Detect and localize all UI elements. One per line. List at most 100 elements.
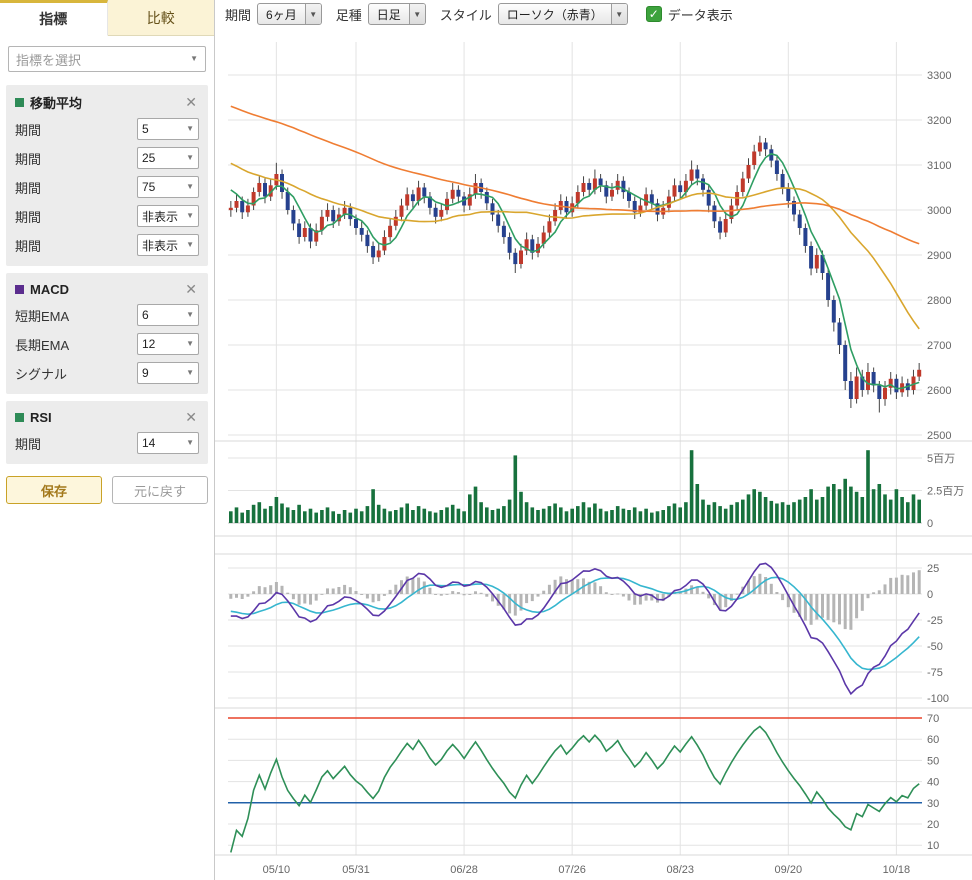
chart-canvas[interactable]: 05/1005/3106/2807/2608/2309/2010/1833003… xyxy=(215,28,972,880)
candlestick-layer xyxy=(229,136,921,413)
ma-period-4-select[interactable]: 非表示▼ xyxy=(137,205,199,227)
svg-text:08/23: 08/23 xyxy=(666,864,694,876)
close-icon[interactable]: ✕ xyxy=(183,409,199,426)
select-value: 14 xyxy=(142,436,155,450)
ma-period-2-select[interactable]: 25 ▼ xyxy=(137,147,199,169)
close-icon[interactable]: ✕ xyxy=(183,94,199,111)
row-label: 期間 xyxy=(15,120,41,139)
sidebar-tabs: 指標 比較 xyxy=(0,0,214,36)
volume-layer xyxy=(229,450,921,523)
svg-text:3100: 3100 xyxy=(927,160,951,172)
indicator-sidebar: 指標 比較 指標を選択 ▼ 移動平均 ✕ 期間 5▼ 期間 25▼ 期間 75▼… xyxy=(0,0,215,880)
svg-text:0: 0 xyxy=(927,589,933,601)
macd-fast-ema-select[interactable]: 6▼ xyxy=(137,304,199,326)
chevron-down-icon: ▼ xyxy=(611,4,627,24)
section-title: RSI xyxy=(30,410,183,425)
save-button[interactable]: 保存 xyxy=(6,476,102,504)
row-label: 期間 xyxy=(15,236,41,255)
ma-period-1-select[interactable]: 5▼ xyxy=(137,118,199,140)
svg-text:0: 0 xyxy=(927,518,933,530)
chevron-down-icon: ▼ xyxy=(186,183,194,191)
section-title: MACD xyxy=(30,282,183,297)
moving-average-layer xyxy=(231,106,919,389)
select-value: 25 xyxy=(142,151,155,165)
rsi-period-select[interactable]: 14 ▼ xyxy=(137,432,199,454)
indicator-section-rsi: RSI ✕ 期間 14 ▼ xyxy=(6,401,208,464)
tab-compare[interactable]: 比較 xyxy=(108,0,215,36)
svg-text:3000: 3000 xyxy=(927,205,951,217)
indicator-section-moving-average: 移動平均 ✕ 期間 5▼ 期間 25▼ 期間 75▼ 期間 非表示▼ 期間 非表… xyxy=(6,85,208,266)
macd-slow-ema-select[interactable]: 12 ▼ xyxy=(137,333,199,355)
reset-button[interactable]: 元に戻す xyxy=(112,476,208,504)
row-label: シグナル xyxy=(15,364,67,383)
svg-text:2700: 2700 xyxy=(927,340,951,352)
macd-color-swatch xyxy=(15,285,24,294)
chevron-down-icon: ▼ xyxy=(186,439,194,447)
macd-layer xyxy=(229,563,920,693)
svg-text:25: 25 xyxy=(927,563,939,575)
chevron-down-icon: ▼ xyxy=(305,4,321,24)
chevron-down-icon: ▼ xyxy=(186,340,194,348)
ma-period-5-select[interactable]: 非表示 ▼ xyxy=(137,234,199,256)
app-window: 指標 比較 指標を選択 ▼ 移動平均 ✕ 期間 5▼ 期間 25▼ 期間 75▼… xyxy=(0,0,972,880)
close-icon[interactable]: ✕ xyxy=(183,281,199,298)
rsi-color-swatch xyxy=(15,413,24,422)
row-label: 短期EMA xyxy=(15,306,69,325)
row-label: 長期EMA xyxy=(15,335,69,354)
select-value: 非表示 xyxy=(142,237,178,254)
section-title: 移動平均 xyxy=(30,93,183,112)
svg-text:2800: 2800 xyxy=(927,295,951,307)
style-value: ローソク（赤青） xyxy=(499,4,611,24)
period-select[interactable]: 6ヶ月 ▼ xyxy=(257,3,322,25)
bartype-label: 足種 xyxy=(336,5,362,24)
row-label: 期間 xyxy=(15,434,41,453)
select-value: 75 xyxy=(142,180,155,194)
bartype-value: 日足 xyxy=(369,4,409,24)
bartype-select[interactable]: 日足 ▼ xyxy=(368,3,426,25)
period-label: 期間 xyxy=(225,5,251,24)
svg-text:-75: -75 xyxy=(927,667,943,679)
ma-period-3-select[interactable]: 75 ▼ xyxy=(137,176,199,198)
svg-text:20: 20 xyxy=(927,819,939,831)
ma-color-swatch xyxy=(15,98,24,107)
chevron-down-icon: ▼ xyxy=(186,154,194,162)
chevron-down-icon: ▼ xyxy=(186,369,194,377)
svg-text:-25: -25 xyxy=(927,615,943,627)
svg-text:50: 50 xyxy=(927,755,939,767)
svg-text:06/28: 06/28 xyxy=(450,864,478,876)
indicator-select[interactable]: 指標を選択 ▼ xyxy=(8,46,206,72)
rsi-layer xyxy=(228,718,922,852)
svg-text:30: 30 xyxy=(927,798,939,810)
chevron-down-icon: ▼ xyxy=(190,55,198,63)
svg-text:05/10: 05/10 xyxy=(263,864,291,876)
indicator-select-value: 指標を選択 xyxy=(16,50,81,69)
style-select[interactable]: ローソク（赤青） ▼ xyxy=(498,3,628,25)
svg-text:2500: 2500 xyxy=(927,430,951,442)
macd-signal-select[interactable]: 9▼ xyxy=(137,362,199,384)
tab-indicators[interactable]: 指標 xyxy=(0,0,108,36)
chevron-down-icon: ▼ xyxy=(186,311,194,319)
grid-layer xyxy=(215,42,972,855)
chevron-down-icon: ▼ xyxy=(186,241,194,249)
check-icon: ✓ xyxy=(649,7,659,21)
select-value: 5 xyxy=(142,122,149,136)
svg-text:05/31: 05/31 xyxy=(342,864,370,876)
data-display-checkbox[interactable]: ✓ xyxy=(646,6,662,22)
svg-text:2.5百万: 2.5百万 xyxy=(927,486,964,498)
period-value: 6ヶ月 xyxy=(258,4,305,24)
svg-text:-50: -50 xyxy=(927,641,943,653)
row-label: 期間 xyxy=(15,178,41,197)
select-value: 9 xyxy=(142,366,149,380)
svg-text:10/18: 10/18 xyxy=(883,864,911,876)
data-display-label: データ表示 xyxy=(668,5,733,24)
chevron-down-icon: ▼ xyxy=(186,212,194,220)
chevron-down-icon: ▼ xyxy=(186,125,194,133)
select-value: 12 xyxy=(142,337,155,351)
svg-text:60: 60 xyxy=(927,734,939,746)
svg-text:2900: 2900 xyxy=(927,250,951,262)
svg-text:5百万: 5百万 xyxy=(927,453,955,465)
row-label: 期間 xyxy=(15,207,41,226)
svg-text:3300: 3300 xyxy=(927,70,951,82)
row-label: 期間 xyxy=(15,149,41,168)
svg-text:10: 10 xyxy=(927,840,939,852)
